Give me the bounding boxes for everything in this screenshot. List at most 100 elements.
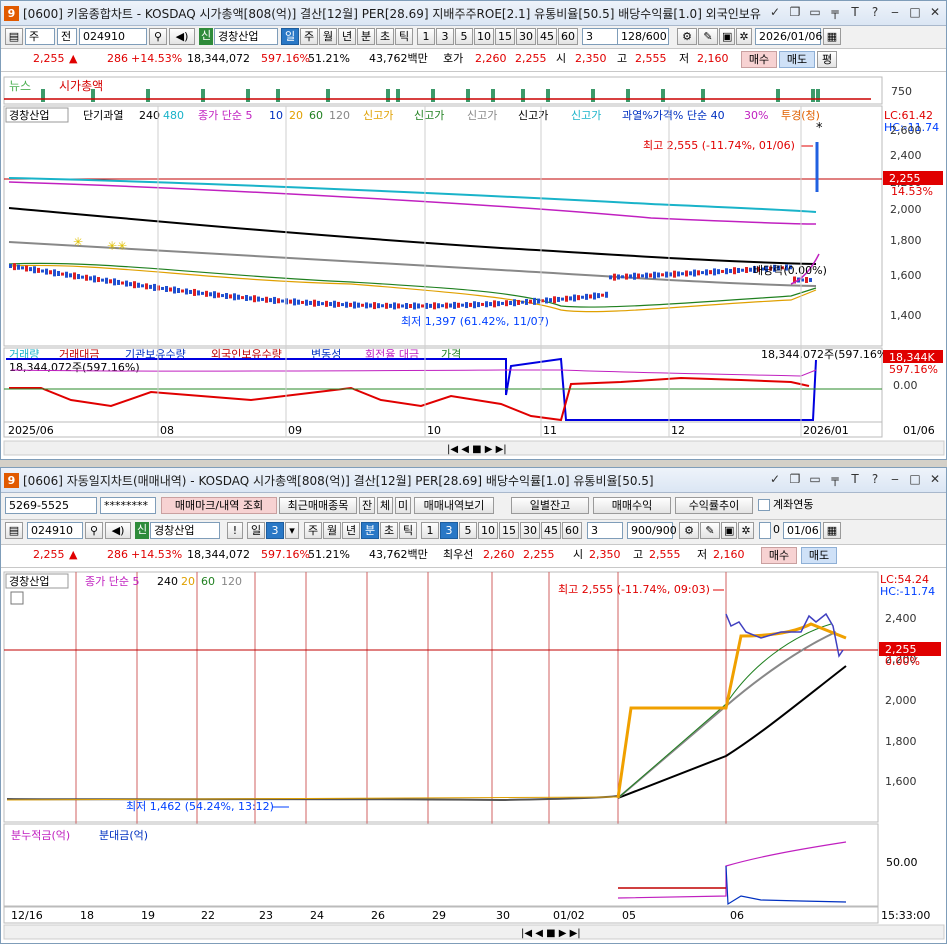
close-icon[interactable]: ✕: [928, 4, 942, 20]
stock-name-field-2[interactable]: 경창산업: [150, 522, 220, 539]
interval-select[interactable]: 3: [582, 28, 620, 45]
interval-15-2[interactable]: 15: [499, 522, 519, 539]
return-trend-button[interactable]: 수익률추이: [675, 497, 753, 514]
tile-icon[interactable]: ▭: [808, 471, 822, 487]
period-minute-2[interactable]: 분: [361, 522, 379, 539]
interval-60[interactable]: 60: [558, 28, 578, 45]
interval-30-2[interactable]: 30: [520, 522, 540, 539]
interval-30[interactable]: 30: [516, 28, 536, 45]
balance-button[interactable]: 잔: [359, 497, 375, 514]
period-minute[interactable]: 분: [357, 28, 375, 45]
interval-45-2[interactable]: 45: [541, 522, 561, 539]
period-year-2[interactable]: 년: [342, 522, 360, 539]
day-dropdown-icon[interactable]: ▾: [285, 522, 299, 539]
interval-15[interactable]: 15: [495, 28, 515, 45]
calendar-icon[interactable]: ▦: [823, 522, 841, 539]
stock-code-input[interactable]: 024910: [79, 28, 147, 45]
search-icon[interactable]: ⚲: [85, 522, 103, 539]
save-icon[interactable]: ▣: [719, 28, 735, 45]
panel-icon[interactable]: ▤: [5, 28, 23, 45]
interval-10[interactable]: 10: [474, 28, 494, 45]
tool-icon[interactable]: ⚙: [677, 28, 697, 45]
sell-button-2[interactable]: 매도: [801, 547, 837, 564]
search-icon[interactable]: ⚲: [149, 28, 167, 45]
period-day-2[interactable]: 일: [247, 522, 265, 539]
pin-icon[interactable]: ╤: [828, 4, 842, 20]
save-icon[interactable]: ▣: [721, 522, 737, 539]
tile-icon[interactable]: ▭: [808, 4, 822, 20]
period-tick[interactable]: 틱: [395, 28, 413, 45]
interval-1[interactable]: 1: [417, 28, 435, 45]
trade-mark-query-button[interactable]: 매매마크/내역 조회: [161, 497, 277, 514]
eval-button[interactable]: 평: [817, 51, 837, 68]
check-icon[interactable]: ✓: [768, 471, 782, 487]
period-week[interactable]: 주: [300, 28, 318, 45]
period-month-2[interactable]: 월: [323, 522, 341, 539]
trade-profit-button[interactable]: 매매수익: [593, 497, 671, 514]
close-icon[interactable]: ✕: [928, 471, 942, 487]
pin-icon[interactable]: ╤: [828, 471, 842, 487]
sell-button[interactable]: 매도: [779, 51, 815, 68]
period-month[interactable]: 월: [319, 28, 337, 45]
recent-trades-button[interactable]: 최근매매종목: [279, 497, 357, 514]
check-icon[interactable]: ✓: [768, 4, 782, 20]
interval-3-2[interactable]: 3: [440, 522, 458, 539]
unfilled-button[interactable]: 미: [395, 497, 411, 514]
restore-icon[interactable]: ❐: [788, 4, 802, 20]
bottom-scrollbar[interactable]: [3, 924, 945, 940]
period-second-2[interactable]: 초: [380, 522, 398, 539]
filled-button[interactable]: 체: [377, 497, 393, 514]
maximize-icon[interactable]: □: [908, 4, 922, 20]
minimize-icon[interactable]: ‒: [888, 4, 902, 20]
minimize-icon[interactable]: ‒: [888, 471, 902, 487]
day-count-select[interactable]: 3: [266, 522, 284, 539]
period-week-2[interactable]: 주: [304, 522, 322, 539]
interval-60-2[interactable]: 60: [562, 522, 582, 539]
interval-5-2[interactable]: 5: [459, 522, 477, 539]
table-icon[interactable]: [10, 591, 24, 605]
date-field-2[interactable]: 01/06: [783, 522, 821, 539]
period-second[interactable]: 초: [376, 28, 394, 45]
text-icon[interactable]: T: [848, 471, 862, 487]
alert-button[interactable]: !: [227, 522, 243, 539]
count-field[interactable]: 128/600: [617, 28, 669, 45]
interval-45[interactable]: 45: [537, 28, 557, 45]
buy-button-2[interactable]: 매수: [761, 547, 797, 564]
trade-history-button[interactable]: 매매내역보기: [414, 497, 494, 514]
period-tick-2[interactable]: 틱: [399, 522, 417, 539]
password-field[interactable]: ********: [100, 497, 156, 514]
date-field[interactable]: 2026/01/06: [755, 28, 822, 45]
account-select[interactable]: 5269-5525: [5, 497, 97, 514]
interval-select-2[interactable]: 3: [587, 522, 623, 539]
draw-icon[interactable]: ✎: [698, 28, 718, 45]
period-year[interactable]: 년: [338, 28, 356, 45]
stock-name-field[interactable]: 경창산업: [214, 28, 278, 45]
tool-icon[interactable]: ⚙: [679, 522, 699, 539]
gear-icon[interactable]: ✲: [738, 522, 754, 539]
interval-3[interactable]: 3: [436, 28, 454, 45]
text-icon[interactable]: T: [848, 4, 862, 20]
draw-icon[interactable]: ✎: [700, 522, 720, 539]
daily-balance-button[interactable]: 일별잔고: [511, 497, 589, 514]
speaker-icon[interactable]: ◀): [105, 522, 131, 539]
count-field-2[interactable]: 900/900: [627, 522, 677, 539]
bottom-title-bar[interactable]: 9 [0606] 자동일지차트(매매내역) - KOSDAQ 시가총액[808(…: [1, 468, 946, 493]
help-icon[interactable]: ?: [868, 4, 882, 20]
interval-1-2[interactable]: 1: [421, 522, 439, 539]
interval-5[interactable]: 5: [455, 28, 473, 45]
interval-10-2[interactable]: 10: [478, 522, 498, 539]
zero-checkbox[interactable]: [759, 522, 771, 539]
market-type-select[interactable]: 전: [57, 28, 77, 45]
speaker-icon[interactable]: ◀): [169, 28, 195, 45]
top-title-bar[interactable]: 9 [0600] 키움종합차트 - KOSDAQ 시가총액[808(억)] 결산…: [1, 1, 946, 26]
restore-icon[interactable]: ❐: [788, 471, 802, 487]
maximize-icon[interactable]: □: [908, 471, 922, 487]
stock-code-input-2[interactable]: 024910: [27, 522, 83, 539]
link-account-checkbox[interactable]: [758, 499, 770, 511]
period-day[interactable]: 일: [281, 28, 299, 45]
panel-icon[interactable]: ▤: [5, 522, 23, 539]
buy-button[interactable]: 매수: [741, 51, 777, 68]
help-icon[interactable]: ?: [868, 471, 882, 487]
gear-icon[interactable]: ✲: [736, 28, 752, 45]
calendar-icon[interactable]: ▦: [823, 28, 841, 45]
